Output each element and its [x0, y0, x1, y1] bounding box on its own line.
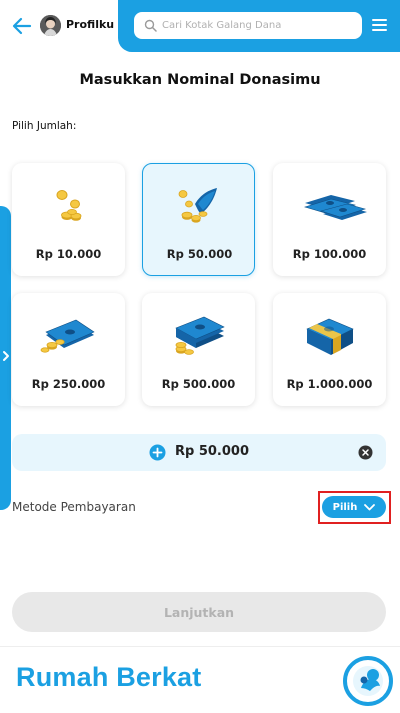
amount-card-1000000[interactable]: Rp 1.000.000 — [273, 293, 386, 406]
amount-prompt: Pilih Jumlah: — [12, 120, 77, 132]
cash-bundle-icon — [306, 318, 354, 355]
footer-divider — [0, 646, 400, 647]
chevron-right-icon[interactable] — [1, 350, 11, 362]
clear-icon[interactable] — [358, 445, 373, 460]
coins-icon — [56, 190, 82, 221]
page-title: Masukkan Nominal Donasimu — [79, 72, 321, 88]
amount-label: Rp 50.000 — [166, 247, 233, 261]
payment-method-label: Metode Pembayaran — [12, 500, 136, 514]
amount-card-10000[interactable]: Rp 10.000 — [12, 163, 125, 276]
brand-wordmark: Rumah Berkat — [16, 662, 202, 692]
amount-card-500000[interactable]: Rp 500.000 — [142, 293, 255, 406]
amount-label: Rp 10.000 — [35, 247, 102, 261]
search-input[interactable] — [162, 14, 358, 37]
payment-button-label: Pilih — [332, 501, 358, 513]
payment-method-select-button[interactable]: Pilih — [322, 496, 386, 518]
selected-amount-value: Rp 50.000 — [175, 444, 250, 459]
amount-label: Rp 1.000.000 — [286, 377, 373, 391]
avatar[interactable] — [40, 15, 61, 36]
continue-button[interactable]: Lanjutkan — [12, 592, 386, 632]
hamburger-menu-icon[interactable] — [372, 19, 387, 31]
amount-card-250000[interactable]: Rp 250.000 — [12, 293, 125, 406]
back-arrow-icon[interactable] — [10, 14, 34, 38]
profile-label[interactable]: Profilku — [66, 18, 114, 31]
amount-label: Rp 500.000 — [161, 377, 236, 391]
banknotes-icon — [303, 195, 367, 220]
plus-circle-icon[interactable] — [149, 444, 166, 461]
cash-stack-coins-icon — [175, 316, 225, 355]
amount-label: Rp 100.000 — [292, 247, 367, 261]
chevron-down-icon — [364, 503, 376, 510]
coins-banknote-icon — [178, 188, 217, 223]
amount-label: Rp 250.000 — [31, 377, 106, 391]
brand-logo-icon — [343, 656, 393, 706]
banknote-coins-icon — [40, 319, 95, 353]
amount-card-100000[interactable]: Rp 100.000 — [273, 163, 386, 276]
amount-card-50000[interactable]: Rp 50.000 — [142, 163, 255, 276]
search-icon — [144, 19, 157, 32]
